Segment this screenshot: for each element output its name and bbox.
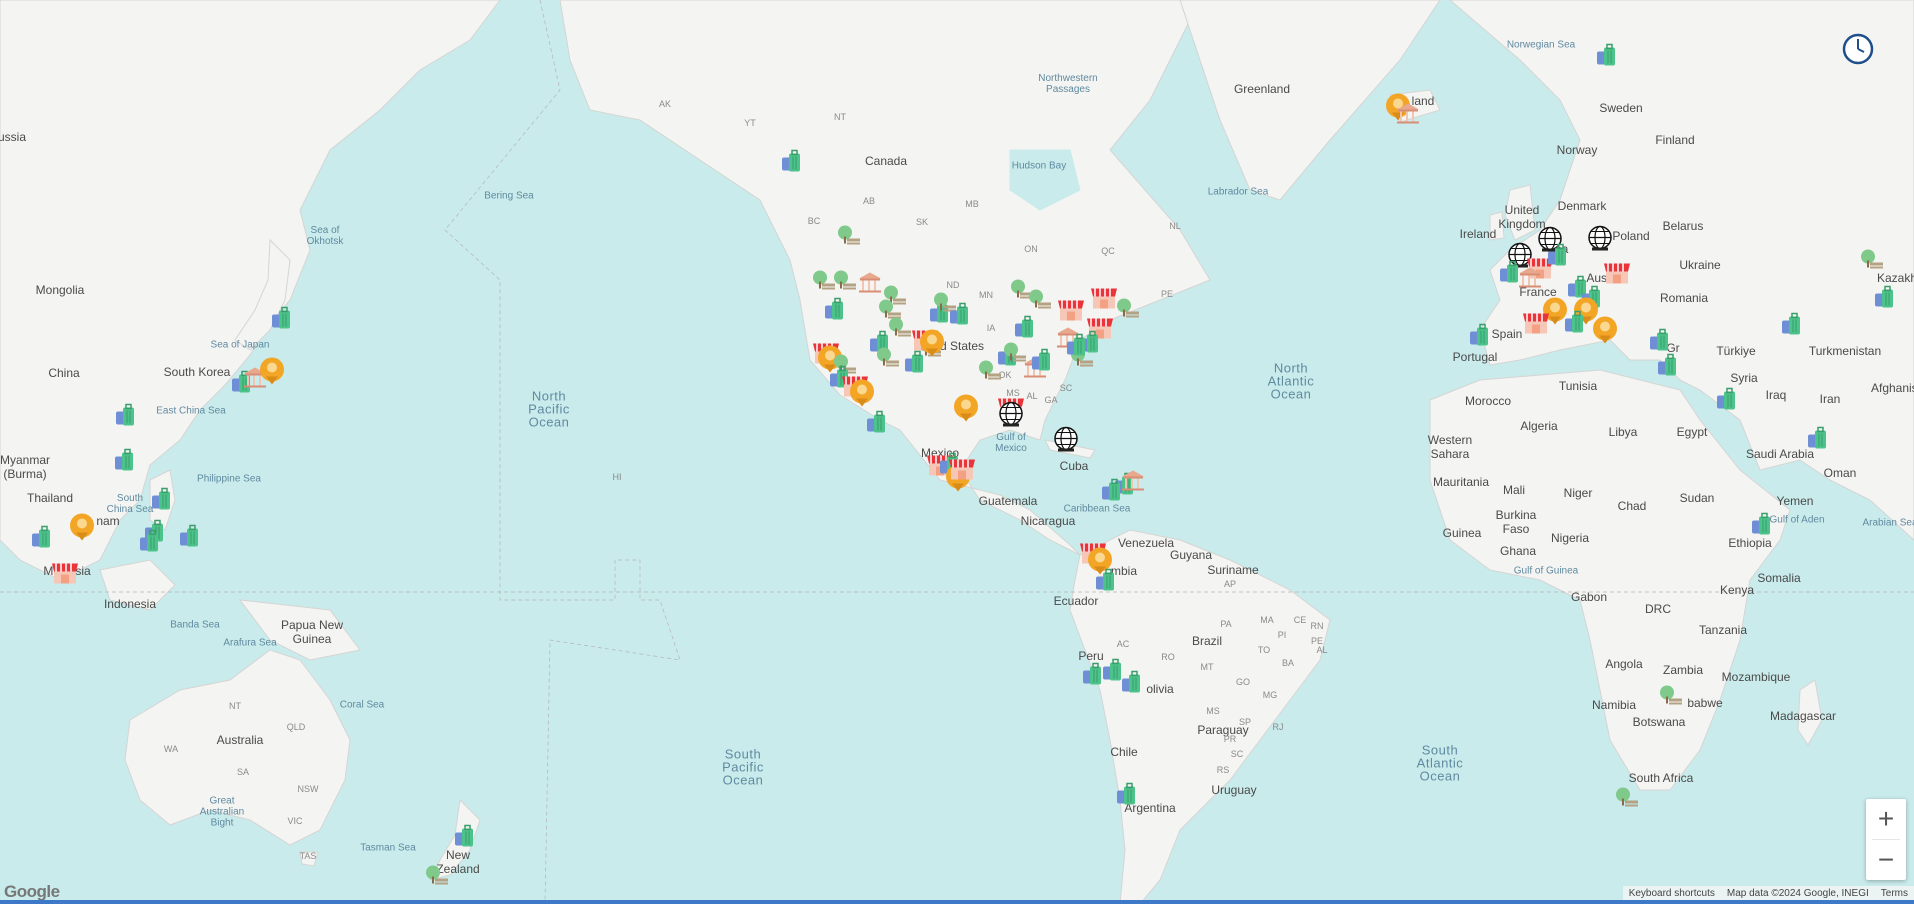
museum-marker-icon[interactable] xyxy=(1395,102,1421,131)
shop-marker-icon[interactable] xyxy=(1057,297,1085,328)
bottom-strip xyxy=(0,900,1914,904)
luggage-marker-icon[interactable] xyxy=(178,524,202,555)
pin-marker-icon[interactable] xyxy=(848,379,876,414)
luggage-marker-icon[interactable] xyxy=(30,525,54,556)
luggage-marker-icon[interactable] xyxy=(1806,426,1830,457)
luggage-marker-icon[interactable] xyxy=(114,403,138,434)
compass-icon xyxy=(1842,33,1874,65)
luggage-marker-icon[interactable] xyxy=(1094,568,1118,599)
luggage-marker-icon[interactable] xyxy=(780,149,804,180)
globe-marker-icon[interactable] xyxy=(1052,425,1080,458)
park-marker-icon[interactable] xyxy=(832,269,858,298)
park-marker-icon[interactable] xyxy=(1614,786,1640,815)
pin-marker-icon[interactable] xyxy=(952,394,980,429)
luggage-marker-icon[interactable] xyxy=(138,529,162,560)
landmass-ireland xyxy=(1489,211,1505,241)
compass-button[interactable] xyxy=(1842,33,1874,65)
museum-marker-icon[interactable] xyxy=(857,271,883,300)
park-marker-icon[interactable] xyxy=(836,224,862,253)
shop-marker-icon[interactable] xyxy=(51,560,79,591)
luggage-marker-icon[interactable] xyxy=(1656,353,1680,384)
google-logo[interactable]: Google xyxy=(4,882,60,902)
luggage-marker-icon[interactable] xyxy=(1780,312,1804,343)
luggage-marker-icon[interactable] xyxy=(1750,512,1774,543)
shop-marker-icon[interactable] xyxy=(948,456,976,487)
luggage-marker-icon[interactable] xyxy=(823,297,847,328)
luggage-marker-icon[interactable] xyxy=(865,410,889,441)
luggage-marker-icon[interactable] xyxy=(150,487,174,518)
luggage-marker-icon[interactable] xyxy=(1873,285,1897,316)
shop-marker-icon[interactable] xyxy=(1522,310,1550,341)
museum-marker-icon[interactable] xyxy=(1517,266,1543,295)
shop-marker-icon[interactable] xyxy=(1090,285,1118,316)
map-data-attribution: Map data ©2024 Google, INEGI xyxy=(1726,887,1869,899)
luggage-marker-icon[interactable] xyxy=(1030,348,1054,379)
luggage-marker-icon[interactable] xyxy=(113,448,137,479)
zoom-in-button[interactable]: + xyxy=(1866,799,1906,839)
shop-marker-icon[interactable] xyxy=(1603,260,1631,291)
park-marker-icon[interactable] xyxy=(1027,288,1053,317)
pin-marker-icon[interactable] xyxy=(68,513,96,548)
pin-marker-icon[interactable] xyxy=(1591,316,1619,351)
luggage-marker-icon[interactable] xyxy=(453,824,477,855)
zoom-control: + − xyxy=(1866,799,1906,880)
pin-marker-icon[interactable] xyxy=(258,357,286,392)
luggage-marker-icon[interactable] xyxy=(1100,478,1124,509)
luggage-marker-icon[interactable] xyxy=(1065,333,1089,364)
map-footer: Keyboard shortcuts Map data ©2024 Google… xyxy=(1622,886,1914,900)
park-marker-icon[interactable] xyxy=(1859,248,1885,277)
terms-link[interactable]: Terms xyxy=(1881,888,1908,899)
park-marker-icon[interactable] xyxy=(875,346,901,375)
zoom-out-button[interactable]: − xyxy=(1866,840,1906,880)
luggage-marker-icon[interactable] xyxy=(948,302,972,333)
globe-marker-icon[interactable] xyxy=(997,400,1025,433)
pin-marker-icon[interactable] xyxy=(918,329,946,364)
luggage-marker-icon[interactable] xyxy=(1468,323,1492,354)
park-marker-icon[interactable] xyxy=(1658,684,1684,713)
luggage-marker-icon[interactable] xyxy=(1595,43,1619,74)
luggage-marker-icon[interactable] xyxy=(1563,310,1587,341)
park-marker-icon[interactable] xyxy=(1115,297,1141,326)
luggage-marker-icon[interactable] xyxy=(1115,782,1139,813)
map-canvas[interactable]: ussia Mongolia China South Korea Myanmar (Bu… xyxy=(0,0,1914,904)
luggage-marker-icon[interactable] xyxy=(270,306,294,337)
luggage-marker-icon[interactable] xyxy=(1715,387,1739,418)
park-marker-icon[interactable] xyxy=(424,864,450,893)
globe-marker-icon[interactable] xyxy=(1586,224,1614,257)
luggage-marker-icon[interactable] xyxy=(1120,670,1144,701)
keyboard-shortcuts-link[interactable]: Keyboard shortcuts xyxy=(1629,888,1715,899)
luggage-marker-icon[interactable] xyxy=(1546,243,1570,274)
